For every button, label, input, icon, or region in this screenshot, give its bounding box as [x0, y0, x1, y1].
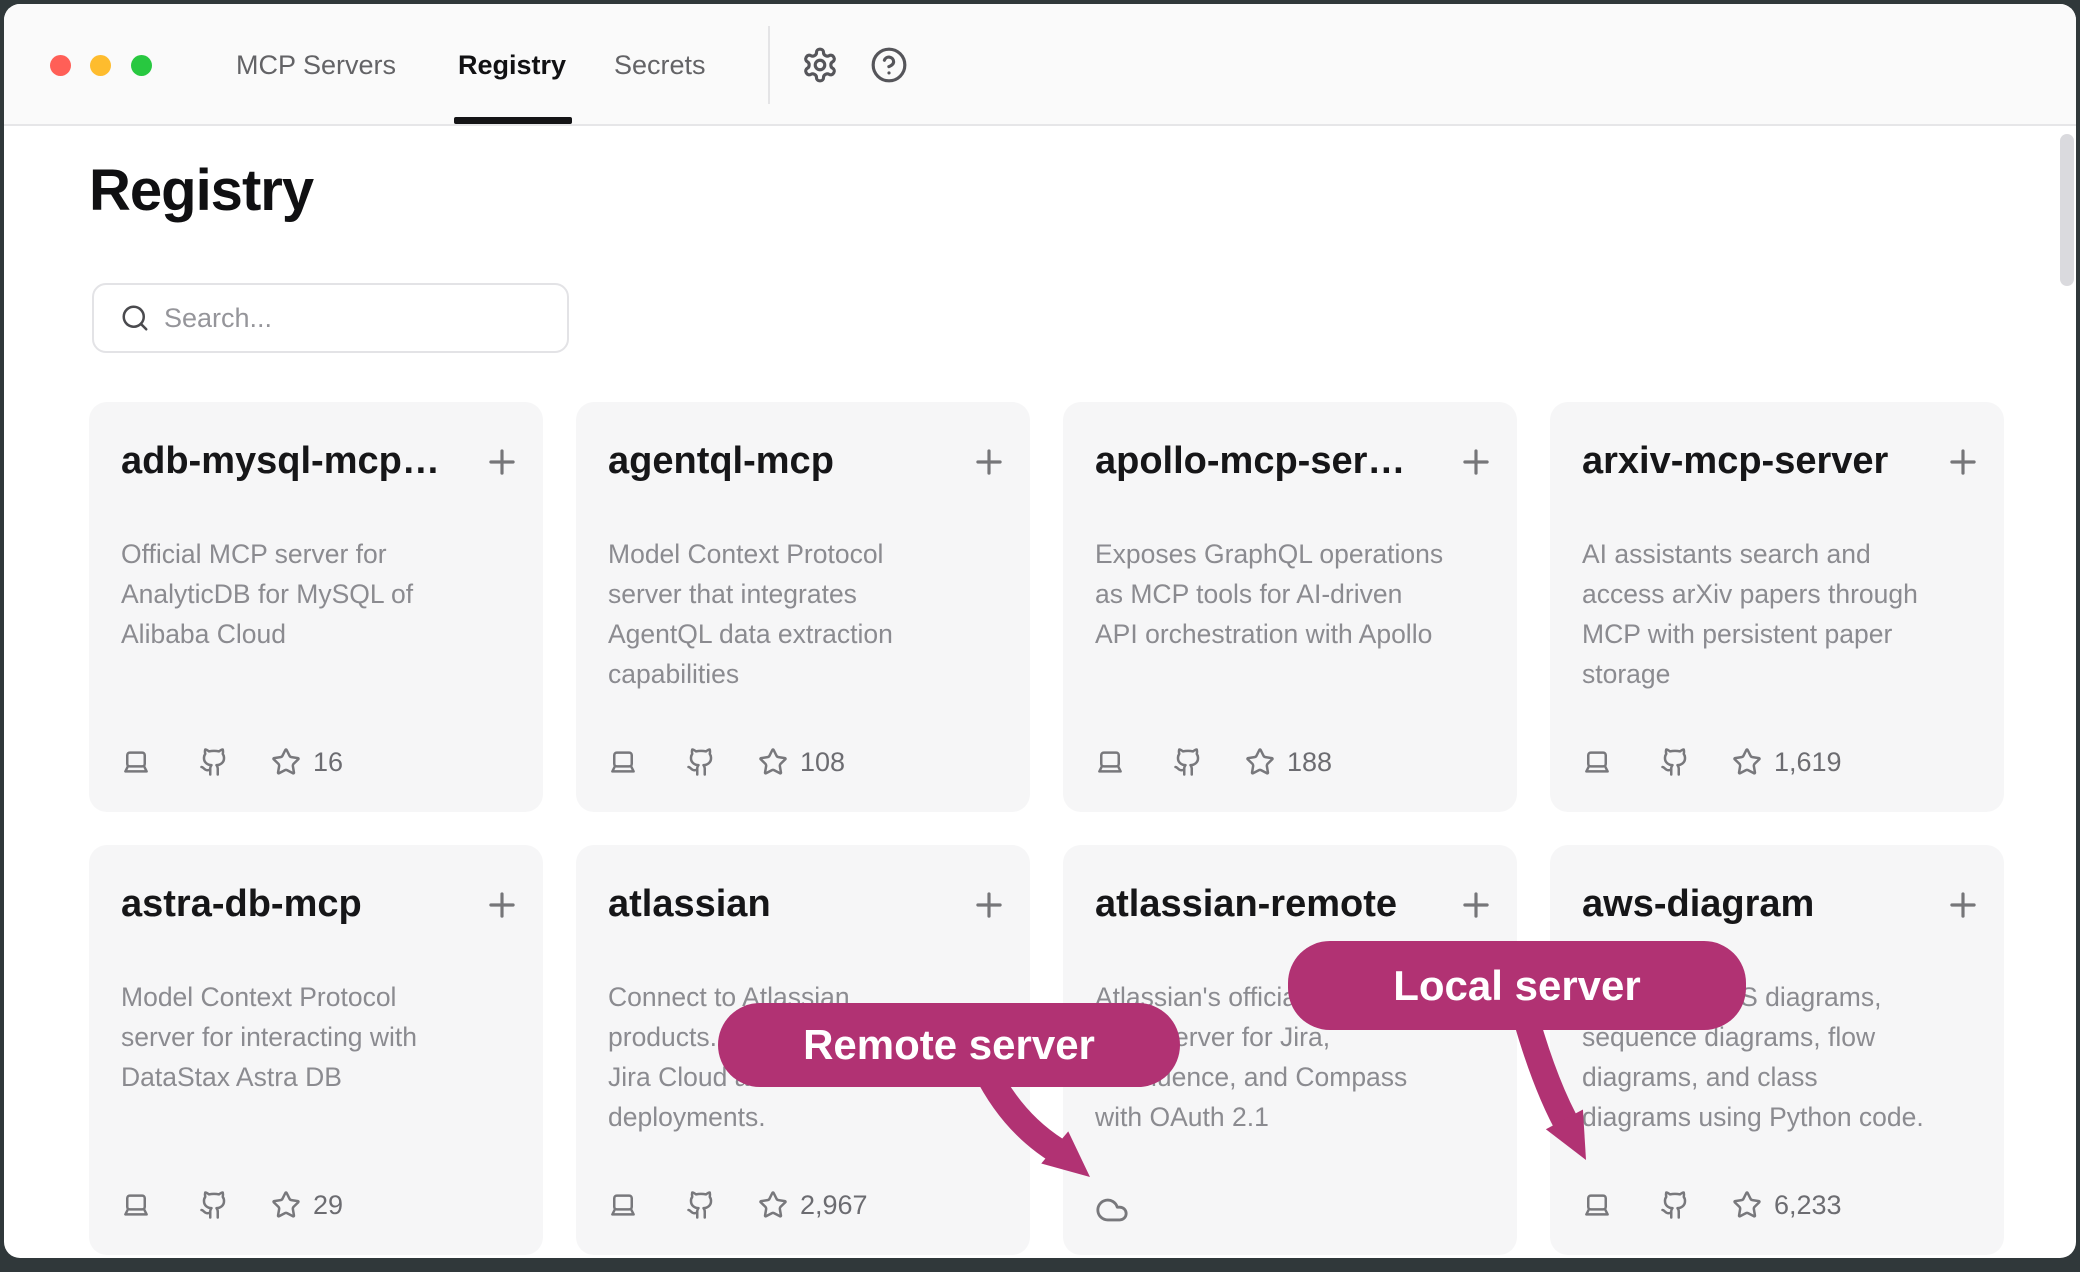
card-footer: 188 [1095, 744, 1332, 780]
scrollbar-thumb[interactable] [2060, 134, 2074, 286]
server-description: Connect to Atlassian products. Supports … [608, 977, 1006, 1137]
card-footer: 2,967 [608, 1187, 868, 1223]
star-count: 6,233 [1774, 1190, 1842, 1221]
server-card-adb-mysql-mcp[interactable]: adb-mysql-mcp… Official MCP server for A… [89, 402, 543, 812]
add-server-button[interactable] [483, 443, 521, 481]
page-title: Registry [89, 157, 313, 224]
star-icon [1245, 747, 1275, 777]
server-card-apollo-mcp-server[interactable]: apollo-mcp-ser… Exposes GraphQL operatio… [1063, 402, 1517, 812]
laptop-icon [121, 1190, 151, 1220]
server-card-atlassian-remote[interactable]: atlassian-remote Atlassian's official MC… [1063, 845, 1517, 1255]
server-card-agentql-mcp[interactable]: agentql-mcp Model Context Protocol serve… [576, 402, 1030, 812]
github-icon [199, 1190, 229, 1220]
github-icon [1660, 1190, 1690, 1220]
github-icon [686, 747, 716, 777]
gear-icon[interactable] [801, 46, 839, 84]
app-window: MCP Servers Registry Secrets Registry ad… [4, 4, 2076, 1258]
star-icon [271, 747, 301, 777]
star-icon [758, 1190, 788, 1220]
star-count: 188 [1287, 747, 1332, 778]
add-server-button[interactable] [970, 886, 1008, 924]
card-footer: 29 [121, 1187, 343, 1223]
star-icon [1732, 747, 1762, 777]
laptop-icon [608, 1190, 638, 1220]
server-description: Atlassian's official MCP server for Jira… [1095, 977, 1493, 1137]
laptop-icon [1582, 747, 1612, 777]
server-description: Model Context Protocol server that integ… [608, 534, 1006, 694]
tab-registry[interactable]: Registry [458, 4, 566, 126]
zoom-window-button[interactable] [131, 55, 152, 76]
add-server-button[interactable] [1457, 443, 1495, 481]
add-server-button[interactable] [1457, 886, 1495, 924]
server-name: adb-mysql-mcp… [121, 440, 440, 483]
card-footer: 6,233 [1582, 1187, 1842, 1223]
star-count: 16 [313, 747, 343, 778]
tab-mcp-servers[interactable]: MCP Servers [236, 4, 396, 126]
server-description: Model Context Protocol server for intera… [121, 977, 519, 1097]
github-icon [199, 747, 229, 777]
server-description: Generate AWS diagrams, sequence diagrams… [1582, 977, 1980, 1137]
server-description: AI assistants search and access arXiv pa… [1582, 534, 1980, 694]
star-icon [758, 747, 788, 777]
server-name: atlassian-remote [1095, 883, 1397, 926]
star-count: 29 [313, 1190, 343, 1221]
laptop-icon [121, 747, 151, 777]
laptop-icon [1582, 1190, 1612, 1220]
registry-card-grid: adb-mysql-mcp… Official MCP server for A… [89, 402, 2004, 1255]
server-name: astra-db-mcp [121, 883, 362, 926]
tab-secrets[interactable]: Secrets [614, 4, 706, 126]
card-footer [1095, 1187, 1129, 1223]
github-icon [1660, 747, 1690, 777]
star-count: 1,619 [1774, 747, 1842, 778]
server-card-astra-db-mcp[interactable]: astra-db-mcp Model Context Protocol serv… [89, 845, 543, 1255]
star-count: 108 [800, 747, 845, 778]
add-server-button[interactable] [1944, 443, 1982, 481]
server-card-aws-diagram[interactable]: aws-diagram Generate AWS diagrams, seque… [1550, 845, 2004, 1255]
cloud-icon [1095, 1193, 1129, 1227]
desktop-background: { "titlebar": { "tabs": [ { "label": "MC… [0, 0, 2080, 1272]
server-name: arxiv-mcp-server [1582, 440, 1888, 483]
star-icon [271, 1190, 301, 1220]
github-icon [686, 1190, 716, 1220]
server-description: Exposes GraphQL operations as MCP tools … [1095, 534, 1493, 654]
add-server-button[interactable] [1944, 886, 1982, 924]
help-circle-icon[interactable] [870, 46, 908, 84]
close-window-button[interactable] [50, 55, 71, 76]
server-name: atlassian [608, 883, 771, 926]
star-icon [1732, 1190, 1762, 1220]
server-name: apollo-mcp-ser… [1095, 440, 1405, 483]
server-card-atlassian[interactable]: atlassian Connect to Atlassian products.… [576, 845, 1030, 1255]
server-name: aws-diagram [1582, 883, 1814, 926]
server-card-arxiv-mcp-server[interactable]: arxiv-mcp-server AI assistants search an… [1550, 402, 2004, 812]
server-name: agentql-mcp [608, 440, 834, 483]
server-description: Official MCP server for AnalyticDB for M… [121, 534, 519, 654]
search-box[interactable] [92, 283, 569, 353]
search-icon [120, 303, 150, 333]
search-input[interactable] [164, 303, 547, 334]
titlebar: MCP Servers Registry Secrets [4, 4, 2076, 126]
star-count: 2,967 [800, 1190, 868, 1221]
active-tab-indicator [454, 117, 572, 124]
card-footer: 1,619 [1582, 744, 1842, 780]
minimize-window-button[interactable] [90, 55, 111, 76]
add-server-button[interactable] [970, 443, 1008, 481]
card-footer: 16 [121, 744, 343, 780]
add-server-button[interactable] [483, 886, 521, 924]
header-divider [768, 26, 770, 104]
card-footer: 108 [608, 744, 845, 780]
laptop-icon [608, 747, 638, 777]
github-icon [1173, 747, 1203, 777]
laptop-icon [1095, 747, 1125, 777]
